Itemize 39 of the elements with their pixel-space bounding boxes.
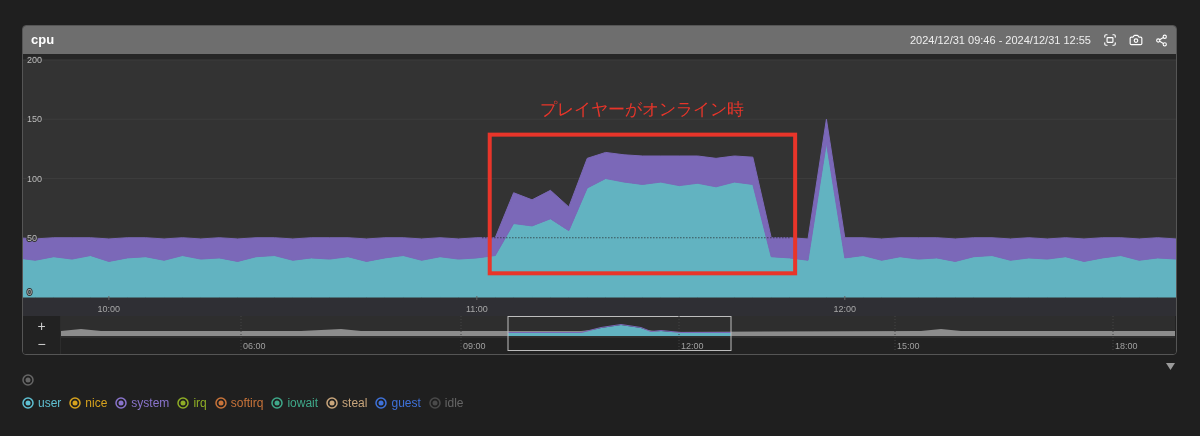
y-axis-label: 0 (27, 287, 32, 297)
toggle-all-icon[interactable] (22, 374, 34, 386)
dropdown-arrow-icon[interactable] (1166, 363, 1175, 370)
y-axis-label: 100 (27, 173, 43, 184)
legend-toggle-icon[interactable] (22, 397, 34, 409)
legend-toggle-icon[interactable] (375, 397, 388, 409)
legend-toggle-icon[interactable] (115, 397, 128, 409)
legend-toggle-icon[interactable] (177, 397, 190, 409)
camera-icon[interactable] (1129, 33, 1143, 47)
legend-toggle-icon[interactable] (69, 397, 82, 409)
annotation-label: プレイヤーがオンライン時 (540, 98, 745, 119)
time-label: 12:00 (681, 341, 704, 351)
x-axis-label: 10:00 (97, 304, 121, 314)
x-axis-label: 11:00 (465, 304, 488, 314)
legend-label[interactable]: guest (391, 394, 421, 412)
time-label: 06:00 (243, 341, 266, 351)
legend-toggle-icon[interactable] (271, 397, 284, 409)
legend-label[interactable]: steal (342, 394, 368, 412)
x-axis-label: 12:00 (833, 304, 857, 314)
legend-label[interactable]: user (38, 394, 62, 412)
legend-label[interactable]: nice (85, 394, 108, 412)
y-axis-label: 150 (27, 114, 43, 125)
legend-toggle-icon[interactable] (326, 397, 339, 409)
panel-title: cpu (31, 31, 55, 50)
time-label: 18:00 (1115, 341, 1138, 351)
time-label: 15:00 (897, 341, 920, 351)
legend-label[interactable]: system (131, 394, 170, 412)
legend-label[interactable]: iowait (287, 394, 319, 412)
zoom-in-button[interactable]: + (37, 319, 46, 333)
time-label: 09:00 (463, 341, 486, 351)
time-range: 2024/12/31 09:46 - 2024/12/31 12:55 (909, 32, 1091, 48)
y-axis-label: 200 (27, 55, 43, 65)
legend-label[interactable]: irq (193, 394, 207, 412)
legend-toggle-icon[interactable] (214, 397, 227, 409)
fullscreen-icon[interactable] (1103, 33, 1117, 47)
zoom-out-button[interactable]: − (37, 337, 46, 351)
share-icon[interactable] (1155, 33, 1168, 47)
legend-label[interactable]: softirq (230, 394, 264, 412)
legend-toggle-icon[interactable] (428, 397, 441, 409)
